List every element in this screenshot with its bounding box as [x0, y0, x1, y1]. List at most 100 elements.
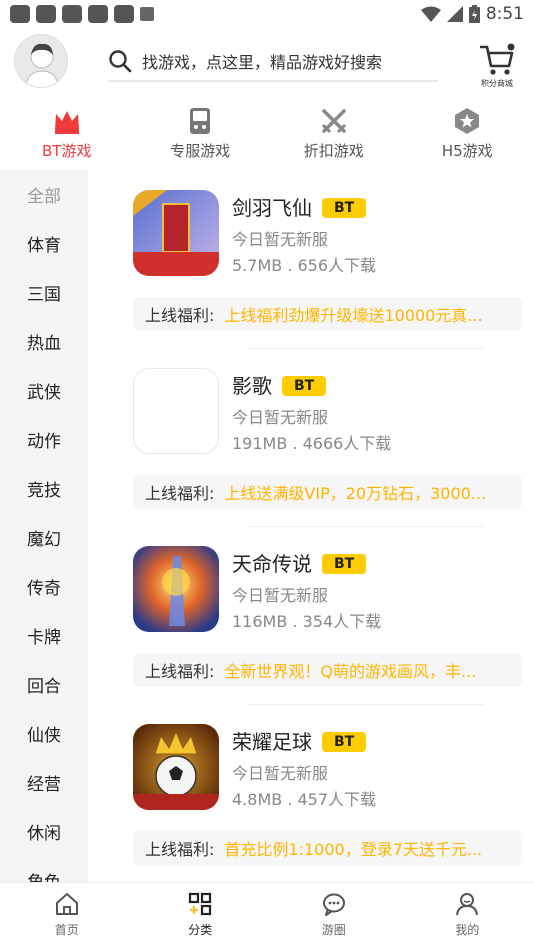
nav-label: 分类	[188, 923, 213, 937]
nav-profile[interactable]: 我的	[401, 883, 534, 948]
server-status: 今日暂无新服	[232, 764, 329, 783]
game-list: 剑羽飞仙 BT 今日暂无新服 5.7MB . 656人下载 上线福利: 上线福利劲…	[88, 170, 534, 882]
game-title-row: 影歌 BT	[232, 370, 327, 399]
welfare-text: 上线送满级VIP，20万钻石，3000...	[224, 484, 487, 503]
tab-label: 专服游戏	[170, 142, 231, 160]
home-icon	[55, 893, 78, 915]
notification-icon	[62, 5, 82, 23]
battery-icon	[468, 5, 480, 23]
nav-home[interactable]: 首页	[0, 883, 134, 948]
sidebar-item-role-playing[interactable]: 角色	[0, 856, 88, 882]
wifi-icon	[420, 6, 441, 22]
notification-icon	[140, 7, 154, 21]
cart-icon	[480, 43, 515, 75]
welfare-label: 上线福利:	[145, 306, 215, 325]
clock: 8:51	[485, 4, 524, 24]
game-title-row: 荣耀足球 BT	[232, 726, 367, 755]
game-name: 影歌	[232, 374, 272, 398]
notification-icons	[10, 5, 154, 23]
server-status: 今日暂无新服	[232, 408, 329, 427]
hexagon-star-icon	[455, 108, 480, 134]
game-meta: 4.8MB . 457人下载	[232, 790, 377, 809]
status-bar: 8:51	[0, 0, 534, 28]
sidebar-item-turn-based[interactable]: 回合	[0, 660, 88, 709]
notification-icon	[36, 5, 56, 23]
notification-icon	[114, 5, 134, 23]
crown-icon	[54, 111, 79, 134]
points-shop-button[interactable]: 积分商城	[474, 42, 520, 90]
sidebar-item-management[interactable]: 经营	[0, 758, 88, 807]
welfare-text: 首充比例1:1000，登录7天送千元...	[224, 840, 483, 859]
welfare-label: 上线福利:	[145, 840, 215, 859]
notification-icon	[88, 5, 108, 23]
game-card[interactable]: 天命传说 BT 今日暂无新服 116MB . 354人下载 上线福利: 全新世界观…	[88, 526, 534, 705]
nav-label: 游圈	[321, 923, 346, 937]
sidebar-item-sports[interactable]: 体育	[0, 219, 88, 268]
sidebar-item-legend[interactable]: 传奇	[0, 562, 88, 611]
bt-badge: BT	[322, 732, 367, 752]
tab-label: H5游戏	[441, 142, 493, 160]
tab-label: 折扣游戏	[303, 142, 364, 160]
nav-category[interactable]: 分类	[134, 883, 268, 948]
game-icon	[133, 724, 219, 810]
bt-badge: BT	[322, 554, 367, 574]
tab-exclusive-server-games[interactable]: 专服游戏	[134, 100, 268, 164]
points-shop-label: 积分商城	[481, 79, 513, 88]
tab-h5-games[interactable]: H5游戏	[401, 100, 534, 164]
gamepad-icon	[190, 108, 211, 134]
nav-game-circle[interactable]: 游圈	[267, 883, 401, 948]
game-card[interactable]: 影歌 BT 今日暂无新服 191MB . 4666人下载 上线福利: 上线送满级V…	[88, 348, 534, 527]
game-name: 剑羽飞仙	[232, 196, 312, 220]
tab-bt-games[interactable]: BT游戏	[0, 100, 134, 164]
sidebar-item-action[interactable]: 动作	[0, 415, 88, 464]
search-placeholder: 找游戏，点这里，精品游戏好搜索	[142, 53, 383, 72]
game-name: 荣耀足球	[232, 730, 312, 754]
sidebar-item-three-kingdoms[interactable]: 三国	[0, 268, 88, 317]
nav-label: 首页	[54, 923, 79, 937]
game-icon	[133, 190, 219, 276]
game-title-row: 天命传说 BT	[232, 548, 367, 577]
sidebar-item-hot-blood[interactable]: 热血	[0, 317, 88, 366]
welfare-label: 上线福利:	[145, 662, 215, 681]
sidebar-item-casual[interactable]: 休闲	[0, 807, 88, 856]
bt-badge: BT	[282, 376, 327, 396]
user-icon	[456, 893, 479, 916]
signal-icon	[446, 6, 463, 22]
sidebar-item-fantasy[interactable]: 魔幻	[0, 513, 88, 562]
grid-icon	[189, 892, 212, 916]
game-card[interactable]: 荣耀足球 BT 今日暂无新服 4.8MB . 457人下载 上线福利: 首充比例1…	[88, 704, 534, 882]
welfare-text: 上线福利劲爆升级壕送10000元真...	[224, 306, 483, 325]
game-name: 天命传说	[232, 552, 312, 576]
tab-discount-games[interactable]: 折扣游戏	[267, 100, 401, 164]
nav-label: 我的	[455, 923, 480, 937]
avatar[interactable]	[14, 34, 68, 88]
welfare-label: 上线福利:	[145, 484, 215, 503]
welfare-text: 全新世界观！Q萌的游戏画风，丰...	[224, 662, 477, 681]
sidebar-item-competitive[interactable]: 竞技	[0, 464, 88, 513]
server-status: 今日暂无新服	[232, 586, 329, 605]
welfare-bar: 上线福利: 全新世界观！Q萌的游戏画风，丰...	[133, 653, 522, 687]
header: 找游戏，点这里，精品游戏好搜索 积分商城	[0, 28, 534, 94]
tab-label: BT游戏	[42, 142, 92, 160]
avatar-placeholder-icon	[15, 35, 67, 87]
sidebar-item-wuxia[interactable]: 武侠	[0, 366, 88, 415]
search-icon	[109, 50, 132, 73]
chat-icon	[322, 893, 345, 916]
swords-icon	[321, 109, 346, 134]
notification-icon	[10, 5, 30, 23]
search-bar[interactable]: 找游戏，点这里，精品游戏好搜索	[108, 42, 438, 82]
genre-sidebar: 全部 体育 三国 热血 武侠 动作 竞技 魔幻 传奇 卡牌 回合 仙侠 经营 休…	[0, 170, 88, 882]
sidebar-item-card[interactable]: 卡牌	[0, 611, 88, 660]
game-card[interactable]: 剑羽飞仙 BT 今日暂无新服 5.7MB . 656人下载 上线福利: 上线福利劲…	[88, 170, 534, 349]
bottom-nav: 首页 分类 游圈 我的	[0, 882, 534, 948]
category-tabs: BT游戏 专服游戏 折扣游戏 H5游戏	[0, 100, 534, 164]
game-icon	[133, 546, 219, 632]
sidebar-item-all[interactable]: 全部	[0, 170, 88, 219]
bt-badge: BT	[322, 198, 367, 218]
sidebar-item-xianxia[interactable]: 仙侠	[0, 709, 88, 758]
game-meta: 116MB . 354人下载	[232, 612, 382, 631]
game-icon	[133, 368, 219, 454]
game-title-row: 剑羽飞仙 BT	[232, 192, 367, 221]
server-status: 今日暂无新服	[232, 230, 329, 249]
welfare-bar: 上线福利: 首充比例1:1000，登录7天送千元...	[133, 831, 522, 865]
